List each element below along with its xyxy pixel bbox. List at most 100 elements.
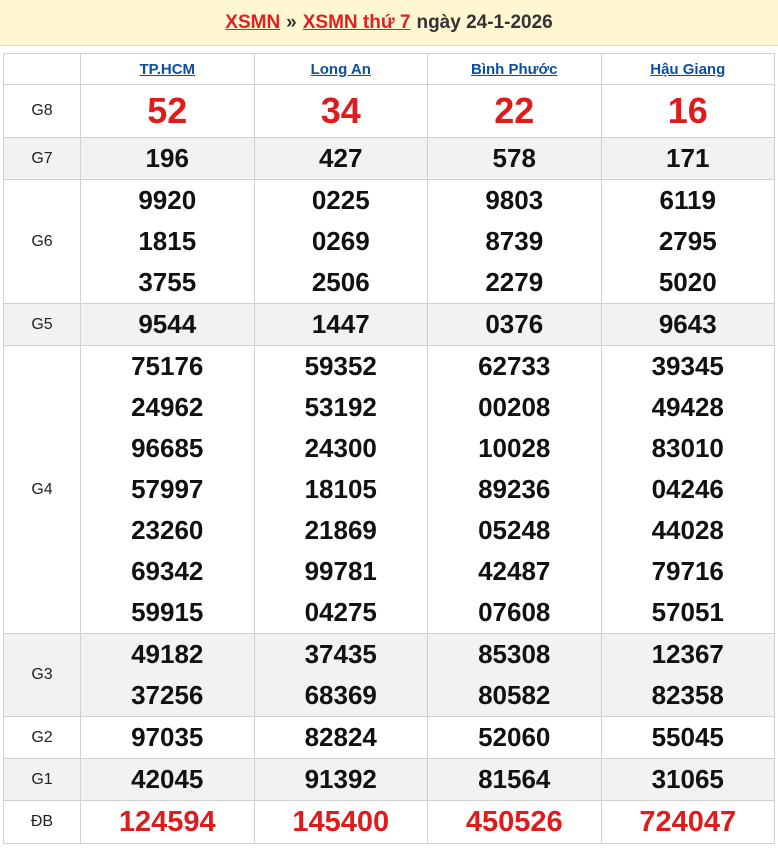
prize-number: 81564 xyxy=(478,764,551,794)
prize-number: 1815 xyxy=(138,226,197,256)
prize-number: 62733 xyxy=(478,351,551,381)
prize-number: 2506 xyxy=(311,267,370,297)
prize-number: 34 xyxy=(320,90,361,131)
prize-number: 145400 xyxy=(292,806,390,838)
corner-cell xyxy=(3,53,81,85)
prize-cell: 0376 xyxy=(427,303,602,346)
prize-cell: 31065 xyxy=(600,758,775,801)
prize-number: 8739 xyxy=(485,226,544,256)
prize-number: 9803 xyxy=(485,185,544,215)
prize-number: 9920 xyxy=(138,185,197,215)
prize-number: 82824 xyxy=(304,722,377,752)
prize-number: 0269 xyxy=(311,226,370,256)
prize-number: 89236 xyxy=(478,474,551,504)
prize-number: 83010 xyxy=(651,433,724,463)
prize-cell: 91392 xyxy=(253,758,428,801)
prize-number: 24962 xyxy=(131,392,204,422)
xsmn-saturday-link[interactable]: XSMN thứ 7 xyxy=(303,12,411,34)
prize-number: 04246 xyxy=(651,474,724,504)
prize-label: G5 xyxy=(3,303,81,346)
prize-number: 427 xyxy=(319,143,363,173)
prize-number: 18105 xyxy=(304,474,377,504)
prize-number: 450526 xyxy=(465,806,563,838)
prize-row: G7 196 427 578 171 xyxy=(3,137,775,180)
prize-cell: 37435 68369 xyxy=(253,633,428,717)
prize-cell: 9544 xyxy=(80,303,255,346)
prize-number: 3755 xyxy=(138,267,197,297)
prize-number: 75176 xyxy=(131,351,204,381)
prize-number: 00208 xyxy=(478,392,551,422)
prize-cell: 42045 xyxy=(80,758,255,801)
prize-cell: 52060 xyxy=(427,716,602,759)
prize-number: 578 xyxy=(492,143,536,173)
province-header: Bình Phước xyxy=(427,53,602,85)
prize-cell: 6119 2795 5020 xyxy=(600,179,775,304)
province-link[interactable]: Hậu Giang xyxy=(650,61,725,78)
prize-number: 724047 xyxy=(639,806,737,838)
prize-number: 6119 xyxy=(659,185,716,215)
prize-number: 196 xyxy=(145,143,189,173)
prize-number: 39345 xyxy=(651,351,724,381)
province-link[interactable]: TP.HCM xyxy=(139,61,195,78)
prize-number: 23260 xyxy=(131,515,204,545)
prize-number: 12367 xyxy=(651,639,724,669)
prize-number: 04275 xyxy=(304,597,377,627)
prize-number: 37256 xyxy=(131,680,204,710)
prize-label: G1 xyxy=(3,758,81,801)
prize-number: 55045 xyxy=(651,722,724,752)
prize-row: ĐB 124594 145400 450526 724047 xyxy=(3,800,775,844)
prize-cell: 450526 xyxy=(427,800,602,844)
province-header: Long An xyxy=(253,53,428,85)
prize-number: 22 xyxy=(494,90,535,131)
prize-number: 16 xyxy=(667,90,708,131)
prize-cell: 22 xyxy=(427,84,602,138)
prize-label: G7 xyxy=(3,137,81,180)
prize-number: 171 xyxy=(666,143,710,173)
prize-cell: 9803 8739 2279 xyxy=(427,179,602,304)
prize-cell: 62733 00208 10028 89236 05248 42487 07608 xyxy=(427,345,602,634)
prize-number: 37435 xyxy=(304,639,377,669)
prize-number: 99781 xyxy=(304,556,377,586)
prize-number: 10028 xyxy=(478,433,551,463)
prize-label: G2 xyxy=(3,716,81,759)
prize-cell: 39345 49428 83010 04246 44028 79716 57051 xyxy=(600,345,775,634)
prize-number: 57997 xyxy=(131,474,204,504)
prize-cell: 75176 24962 96685 57997 23260 69342 59915 xyxy=(80,345,255,634)
prize-row: G6 9920 1815 3755 0225 0269 2506 9803 8739 2279 61… xyxy=(3,179,775,304)
prize-label: G6 xyxy=(3,179,81,304)
prize-number: 05248 xyxy=(478,515,551,545)
prize-cell: 82824 xyxy=(253,716,428,759)
prize-number: 97035 xyxy=(131,722,204,752)
draw-date: ngày 24-1-2026 xyxy=(416,11,553,33)
prize-row: G5 9544 1447 0376 9643 xyxy=(3,303,775,346)
prize-cell: 49182 37256 xyxy=(80,633,255,717)
prize-label: G8 xyxy=(3,84,81,138)
prize-cell: 85308 80582 xyxy=(427,633,602,717)
prize-number: 42487 xyxy=(478,556,551,586)
province-link[interactable]: Bình Phước xyxy=(471,61,558,78)
prize-number: 44028 xyxy=(651,515,724,545)
prize-number: 0376 xyxy=(485,309,544,339)
prize-cell: 145400 xyxy=(253,800,428,844)
prize-cell: 9920 1815 3755 xyxy=(80,179,255,304)
prize-number: 91392 xyxy=(304,764,377,794)
province-link[interactable]: Long An xyxy=(311,61,371,78)
prize-number: 31065 xyxy=(651,764,724,794)
prize-cell: 59352 53192 24300 18105 21869 99781 04275 xyxy=(253,345,428,634)
prize-number: 59352 xyxy=(304,351,377,381)
prize-number: 80582 xyxy=(478,680,551,710)
prize-number: 2279 xyxy=(485,267,544,297)
prize-number: 57051 xyxy=(651,597,724,627)
province-header-row: TP.HCM Long An Bình Phước Hậu Giang xyxy=(3,53,775,85)
prize-number: 82358 xyxy=(651,680,724,710)
prize-number: 49182 xyxy=(131,639,204,669)
prize-number: 68369 xyxy=(304,680,377,710)
prize-cell: 81564 xyxy=(427,758,602,801)
prize-cell: 55045 xyxy=(600,716,775,759)
prize-cell: 724047 xyxy=(600,800,775,844)
prize-row: G4 75176 24962 96685 57997 23260 69342 59915 593… xyxy=(3,345,775,634)
prize-number: 9643 xyxy=(658,309,717,339)
prize-number: 42045 xyxy=(131,764,204,794)
xsmn-link[interactable]: XSMN xyxy=(225,12,280,34)
prize-label: G3 xyxy=(3,633,81,717)
